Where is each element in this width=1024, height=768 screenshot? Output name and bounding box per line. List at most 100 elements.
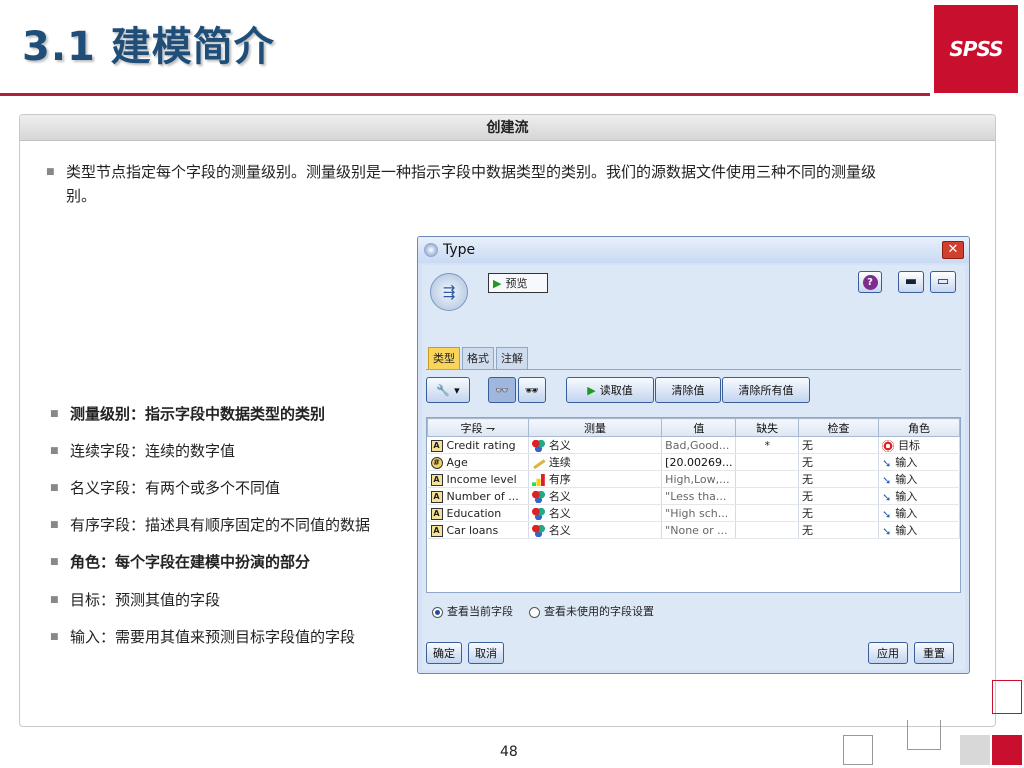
missing-cell[interactable]: * [735,436,799,454]
types-toolbar: 🔧 ▾ 👓 🕶 ▶ 读取值 清除值 清除所有值 [426,375,961,403]
check-cell[interactable]: 无 [798,504,880,522]
dialog-title: Type [443,242,476,258]
decor-square [843,735,873,765]
cancel-button[interactable]: 取消 [468,642,504,664]
measure-value: 名义 [548,439,571,452]
table-row[interactable]: A Income level 有序 High,Low,... 无 ➘ 输入 [427,470,960,488]
chevron-down-icon: ▾ [454,383,460,397]
bullet-input: 输入：需要用其值来预测目标字段值的字段 [50,625,355,649]
view-current-button[interactable]: 👓 [488,377,516,403]
column-header-measure[interactable]: 测量 [527,418,663,437]
reset-button[interactable]: 重置 [914,642,954,664]
nominal-icon [531,508,545,520]
check-cell[interactable]: 无 [798,436,880,454]
column-header-missing[interactable]: 缺失 [735,418,799,437]
table-row[interactable]: A Education 名义 "High sch... 无 ➘ 输入 [427,504,960,522]
ordinal-icon [531,474,545,486]
table-row[interactable]: A Car loans 名义 "None or ... 无 ➘ 输入 [427,521,960,539]
check-cell[interactable]: 无 [798,487,880,505]
missing-cell[interactable] [735,521,799,539]
role-value: 输入 [895,456,918,469]
check-cell[interactable]: 无 [798,521,880,539]
dialog-body: ⇶ ▶ 预览 ? ▬ ▭ 类型 格式 注解 🔧 ▾ 👓 🕶 ▶ 读取值 清除值 … [422,265,965,670]
values-cell[interactable]: [20.00269... [661,453,737,471]
table-row[interactable]: # Age 连续 [20.00269... 无 ➘ 输入 [427,453,960,471]
apply-button[interactable]: 应用 [868,642,908,664]
clear-all-values-button[interactable]: 清除所有值 [722,377,810,403]
measure-value: 名义 [548,524,571,537]
type-dialog: Type ✕ ⇶ ▶ 预览 ? ▬ ▭ 类型 格式 注解 🔧 ▾ 👓 🕶 ▶ 读… [417,236,970,674]
header-divider [0,93,930,96]
values-cell[interactable]: "High sch... [661,504,737,522]
role-value: 输入 [895,524,918,537]
values-cell[interactable]: High,Low,... [661,470,737,488]
table-row[interactable]: A Number of ... 名义 "Less tha... 无 ➘ 输入 [427,487,960,505]
table-row[interactable]: A Credit rating 名义 Bad,Good... * 无 目标 [427,436,960,454]
measure-value: 连续 [548,456,571,469]
fields-grid: 字段 ⇁ 测量 值 缺失 检查 角色 A Credit rating 名义 Bad… [426,417,961,593]
help-icon: ? [862,274,878,290]
tab-annotations[interactable]: 注解 [496,347,528,369]
string-type-icon: A [430,439,443,452]
tab-format[interactable]: 格式 [462,347,494,369]
maximize-button[interactable]: ▭ [930,271,956,293]
role-value: 目标 [898,439,921,452]
column-header-check[interactable]: 检查 [797,418,880,437]
glasses-icon: 👓 [495,383,509,397]
minimize-button[interactable]: ▬ [898,271,924,293]
decor-square [992,680,1022,714]
radio-current-fields[interactable]: 查看当前字段 [432,603,513,619]
check-cell[interactable]: 无 [798,470,880,488]
input-arrow-icon: ➘ [882,525,892,538]
ok-button[interactable]: 确定 [426,642,462,664]
read-values-button[interactable]: ▶ 读取值 [566,377,654,403]
close-button[interactable]: ✕ [942,241,964,259]
role-value: 输入 [895,490,918,503]
decor-square [960,735,990,765]
target-icon [882,440,895,452]
role-value: 输入 [895,507,918,520]
tab-bar: 类型 格式 注解 [428,347,528,369]
column-header-values[interactable]: 值 [661,418,737,437]
bullet-measurement-level: 测量级别：指示字段中数据类型的类别 [50,402,325,426]
play-icon: ▶ [493,276,502,290]
bullet-continuous: 连续字段：连续的数字值 [50,439,235,463]
missing-cell[interactable] [735,453,799,471]
tab-types[interactable]: 类型 [428,347,460,369]
column-header-role[interactable]: 角色 [878,418,960,437]
field-name: Credit rating [446,438,516,452]
clear-values-button[interactable]: 清除值 [655,377,721,403]
type-node-small-icon [424,243,438,257]
values-cell[interactable]: Bad,Good... [661,436,737,454]
read-values-label: 读取值 [599,384,633,397]
missing-cell[interactable] [735,504,799,522]
bullet-role: 角色：每个字段在建模中扮演的部分 [50,550,310,574]
nominal-icon [531,440,545,452]
missing-cell[interactable] [735,487,799,505]
input-arrow-icon: ➘ [882,508,892,521]
measure-value: 名义 [548,490,571,503]
tools-dropdown-button[interactable]: 🔧 ▾ [426,377,470,403]
check-cell[interactable]: 无 [798,453,880,471]
view-unused-button[interactable]: 🕶 [518,377,546,403]
play-icon: ▶ [587,383,596,397]
sort-icon: ⇁ [486,421,496,435]
panel-header: 创建流 [20,115,995,141]
preview-button[interactable]: ▶ 预览 [488,273,548,293]
nominal-icon [531,525,545,537]
string-type-icon: A [430,524,443,537]
radio-unused-fields[interactable]: 查看未使用的字段设置 [529,603,654,619]
field-name: Age [446,455,468,469]
input-arrow-icon: ➘ [882,474,892,487]
help-button[interactable]: ? [858,271,882,293]
nominal-icon [531,491,545,503]
values-cell[interactable]: "Less tha... [661,487,737,505]
bullet-target: 目标：预测其值的字段 [50,588,220,612]
view-options: 查看当前字段 查看未使用的字段设置 [432,603,654,619]
missing-cell[interactable] [735,470,799,488]
decor-square [992,735,1022,765]
column-header-field[interactable]: 字段 ⇁ [427,418,529,437]
values-cell[interactable]: "None or ... [661,521,737,539]
dialog-titlebar[interactable]: Type [418,237,969,263]
continuous-icon [531,456,546,470]
